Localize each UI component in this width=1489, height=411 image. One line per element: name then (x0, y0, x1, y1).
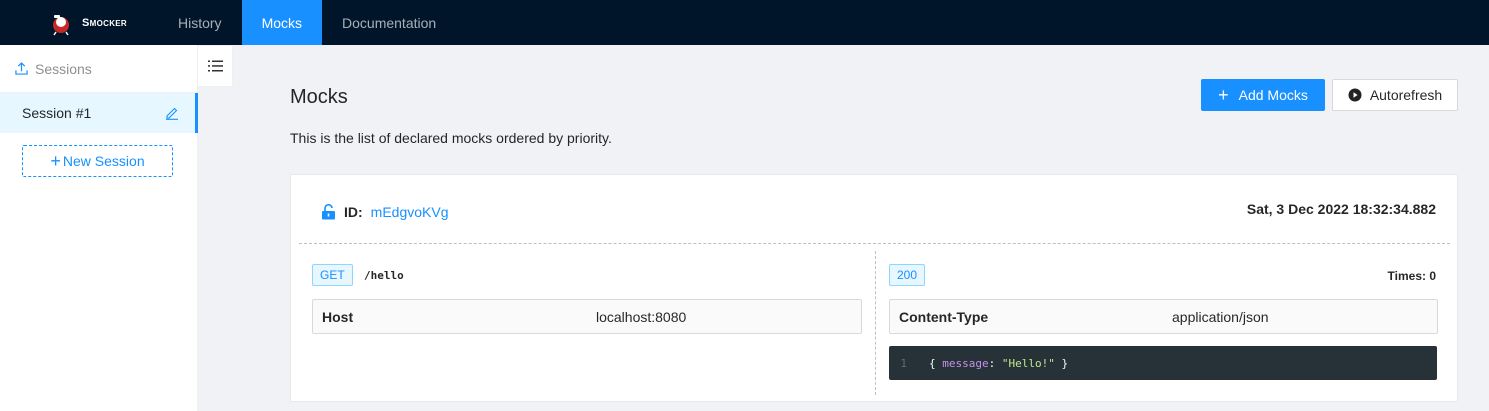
new-session-label: New Session (62, 153, 145, 169)
mock-id-row: ID: mEdgvoKVg (321, 204, 449, 220)
plus-icon: + (1218, 85, 1229, 105)
upload-icon[interactable] (15, 62, 28, 75)
request-path: /hello (364, 269, 404, 282)
plus-icon: + (50, 151, 61, 171)
brand-name: Smocker (82, 16, 127, 29)
new-session-button[interactable]: + New Session (22, 145, 173, 177)
mock-card: ID: mEdgvoKVg Sat, 3 Dec 2022 18:32:34.8… (290, 174, 1458, 402)
times-count: Times: 0 (1387, 269, 1436, 283)
session-label: Session #1 (22, 105, 92, 121)
sessions-title: Sessions (35, 60, 92, 77)
mock-id-link[interactable]: mEdgvoKVg (371, 204, 449, 220)
code-key: message (942, 356, 989, 370)
page-description: This is the list of declared mocks order… (290, 130, 612, 146)
code-colon: : (988, 356, 1002, 370)
code-brace-close: } (1054, 356, 1069, 370)
unlock-icon[interactable] (321, 204, 336, 220)
line-number: 1 (900, 356, 907, 370)
nav-history[interactable]: History (158, 0, 242, 45)
add-mocks-button[interactable]: + Add Mocks (1201, 79, 1325, 111)
code-string: "Hello!" (1001, 356, 1055, 370)
response-header-key: Content-Type (899, 308, 989, 325)
request-header-value: localhost:8080 (596, 308, 687, 325)
add-mocks-label: Add Mocks (1238, 87, 1308, 103)
request-header-row: Host localhost:8080 (312, 299, 862, 334)
response-header-value: application/json (1172, 308, 1269, 325)
page-title: Mocks (290, 86, 348, 108)
nav-mocks[interactable]: Mocks (241, 0, 323, 45)
list-icon (207, 60, 223, 72)
session-item[interactable]: Session #1 (0, 93, 198, 133)
autorefresh-label: Autorefresh (1369, 87, 1443, 103)
nav-documentation[interactable]: Documentation (322, 0, 456, 45)
sessions-header: Sessions (0, 45, 197, 93)
card-divider (299, 243, 1450, 244)
mock-date: Sat, 3 Dec 2022 18:32:34.882 (1246, 201, 1436, 217)
response-body-code: 1 { message : "Hello!" } (889, 346, 1437, 380)
brand[interactable]: Smocker (0, 0, 158, 45)
top-navbar: Smocker History Mocks Documentation (0, 0, 1489, 45)
card-column-divider (875, 251, 876, 395)
status-tag: 200 (889, 264, 926, 286)
response-header-row: Content-Type application/json (889, 299, 1438, 334)
request-header-key: Host (322, 308, 354, 325)
code-brace-open: { (929, 356, 943, 370)
autorefresh-button[interactable]: Autorefresh (1332, 79, 1458, 111)
sessions-sidebar: Sessions Session #1 + New Session (0, 45, 198, 411)
edit-icon[interactable] (165, 106, 179, 120)
id-label: ID: (344, 204, 363, 220)
smocker-logo-icon (46, 8, 76, 38)
sidebar-toggle-button[interactable] (198, 45, 233, 87)
method-tag: GET (312, 264, 353, 286)
play-circle-icon (1348, 88, 1362, 102)
